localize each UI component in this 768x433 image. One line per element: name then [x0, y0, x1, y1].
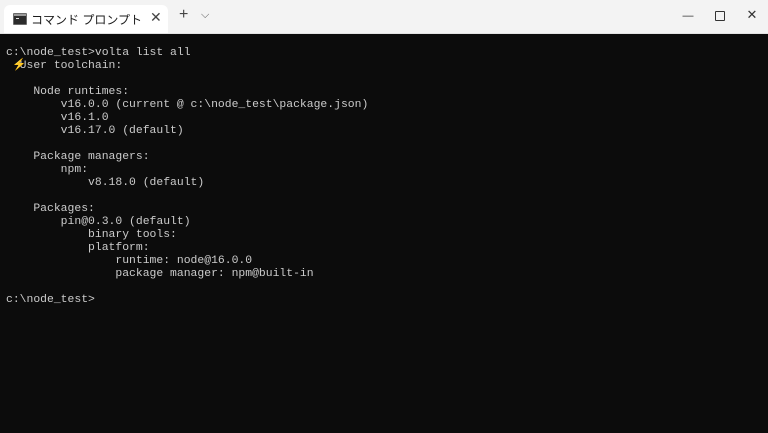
tab-command-prompt[interactable]: コマンド プロンプト ✕: [4, 5, 168, 33]
terminal-line: package manager: npm@built-in: [6, 268, 314, 280]
title-bar[interactable]: コマンド プロンプト ✕ + ⌵ — ✕: [0, 0, 768, 34]
terminal-line: Packages:: [6, 203, 95, 215]
terminal-output[interactable]: c:\node_test>volta list all ⚡ User toolc…: [0, 34, 768, 433]
lightning-bolt-icon: ⚡: [12, 60, 27, 72]
cmd-icon: [13, 13, 27, 25]
close-tab-icon[interactable]: ✕: [150, 9, 162, 25]
close-icon: ✕: [746, 7, 758, 22]
terminal-line: v16.1.0: [6, 112, 109, 124]
chevron-down-icon[interactable]: ⌵: [201, 6, 209, 24]
minimize-button[interactable]: —: [670, 0, 706, 32]
terminal-prompt[interactable]: c:\node_test>: [6, 294, 95, 307]
new-tab-button[interactable]: +: [179, 6, 188, 24]
maximize-button[interactable]: [702, 0, 738, 32]
terminal-line: pin@0.3.0 (default): [6, 216, 191, 228]
terminal-window: コマンド プロンプト ✕ + ⌵ — ✕ c:\node_test>volta …: [0, 0, 768, 433]
terminal-line: v16.17.0 (default): [6, 125, 184, 137]
tab-title: コマンド プロンプト: [31, 13, 142, 27]
minimize-icon: —: [682, 10, 694, 22]
terminal-line: Package managers:: [6, 151, 150, 163]
terminal-line: v8.18.0 (default): [6, 177, 205, 189]
terminal-line: binary tools:: [6, 229, 177, 241]
terminal-line: Node runtimes:: [6, 86, 130, 98]
close-window-button[interactable]: ✕: [734, 0, 768, 32]
maximize-icon: [715, 10, 725, 21]
terminal-line: v16.0.0 (current @ c:\node_test\package.…: [6, 99, 369, 111]
terminal-line: npm:: [6, 164, 89, 176]
terminal-line: c:\node_test>volta list all: [6, 47, 191, 59]
terminal-line: platform:: [6, 242, 150, 254]
terminal-line: ⚡ User toolchain:: [6, 60, 122, 73]
terminal-line: runtime: node@16.0.0: [6, 255, 253, 267]
